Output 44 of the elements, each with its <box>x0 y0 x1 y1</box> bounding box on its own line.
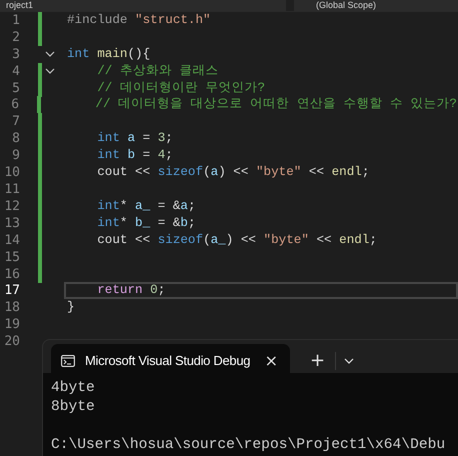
output-line: 8byte <box>51 398 96 417</box>
terminal-icon <box>61 354 75 366</box>
line-number: 14 <box>3 232 20 248</box>
line-number: 2 <box>11 30 20 45</box>
line-number: 20 <box>3 334 20 350</box>
line-number: 10 <box>3 165 20 180</box>
line-number: 8 <box>11 131 20 146</box>
new-tab-button[interactable]: + <box>304 350 332 371</box>
code-line: int a = 3; <box>96 130 174 148</box>
line-number: 12 <box>3 198 20 214</box>
code-line: cout << sizeof(a) << "byte" << endl; <box>96 164 370 182</box>
code-line: int main(){ <box>66 46 152 63</box>
line-number: 1 <box>11 12 20 28</box>
project-dropdown[interactable]: roject1 <box>0 0 286 11</box>
line-number: 4 <box>11 64 20 79</box>
prompt-line: C:\Users\hosua\source\repos\Project1\x64\Debu <box>51 436 446 455</box>
scope-dropdown[interactable]: (Global Scope) <box>294 0 458 11</box>
line-number: 19 <box>3 317 20 332</box>
line-number: 7 <box>11 114 20 130</box>
code-line: int* b_ = &b; <box>96 214 197 232</box>
code-line: // 데이터형이란 무엇인가? <box>96 80 266 97</box>
output-line: 4byte <box>51 379 96 398</box>
code-line: // 데이터형을 대상으로 어떠한 연산을 수행할 수 있는가? <box>94 96 458 114</box>
line-number: 9 <box>11 148 20 164</box>
line-number: 11 <box>3 182 20 197</box>
line-number: 15 <box>3 250 20 265</box>
dropdown-button[interactable] <box>344 358 354 364</box>
fold-chevron-icon[interactable] <box>45 67 55 76</box>
line-number: 18 <box>3 300 20 316</box>
line-number: 3 <box>11 46 20 62</box>
code-line: // 추상화와 클래스 <box>96 62 220 80</box>
line-number: 13 <box>3 216 20 231</box>
code-line: cout << sizeof(a_) << "byte" << endl; <box>96 232 378 249</box>
line-number: 17 <box>3 283 20 298</box>
fold-chevron-icon[interactable] <box>45 50 55 58</box>
code-line: #include "struct.h" <box>66 12 212 29</box>
code-line: int* a_ = &a; <box>96 198 197 215</box>
close-button[interactable]: × <box>264 351 278 370</box>
code-line: int b = 4; <box>96 147 174 164</box>
line-number: 6 <box>10 97 20 112</box>
line-number: 16 <box>3 266 20 282</box>
code-line: } <box>66 299 76 316</box>
line-number: 5 <box>11 80 20 96</box>
tab-title: Microsoft Visual Studio Debug <box>85 353 252 368</box>
